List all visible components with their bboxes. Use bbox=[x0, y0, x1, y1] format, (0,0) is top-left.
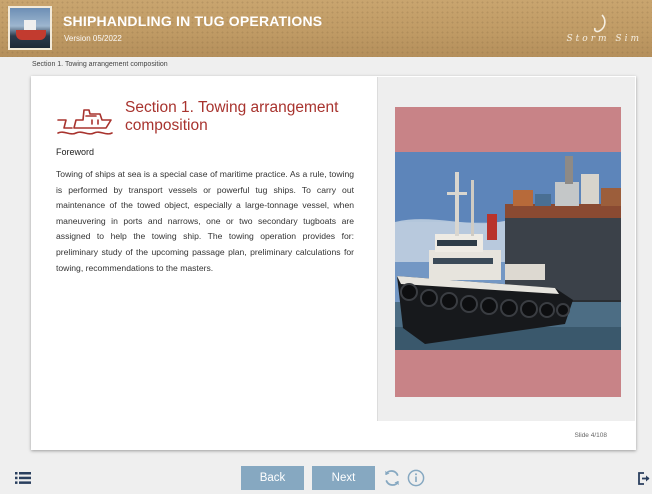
foreword-label: Foreword bbox=[56, 147, 95, 157]
section-heading: Section 1. Towing arrangement compositio… bbox=[125, 99, 339, 134]
exit-icon[interactable] bbox=[638, 472, 650, 485]
section-body-text: Towing of ships at sea is a special case… bbox=[56, 169, 354, 273]
course-version: Version 05/2022 bbox=[64, 34, 122, 43]
tug-ship-icon bbox=[57, 109, 113, 135]
info-icon[interactable] bbox=[407, 469, 425, 487]
next-button[interactable]: Next bbox=[312, 466, 375, 490]
panel-divider bbox=[377, 77, 378, 421]
breadcrumb: Section 1. Towing arrangement compositio… bbox=[32, 61, 168, 68]
course-title: SHIPHANDLING IN TUG OPERATIONS bbox=[63, 13, 323, 29]
tugboat-illustration bbox=[395, 152, 621, 350]
tugboat-photo bbox=[395, 152, 621, 350]
reload-icon[interactable] bbox=[383, 469, 401, 487]
thumbnail-cabin bbox=[24, 20, 36, 30]
header-bar: SHIPHANDLING IN TUG OPERATIONS Version 0… bbox=[0, 0, 652, 57]
course-thumbnail bbox=[8, 6, 52, 50]
menu-list-icon[interactable] bbox=[15, 472, 31, 484]
brand-swirl-icon bbox=[594, 14, 606, 33]
thumbnail-hull bbox=[16, 30, 46, 40]
brand-logo: Storm Sim bbox=[558, 14, 642, 48]
brand-text: Storm Sim bbox=[566, 34, 642, 44]
back-button[interactable]: Back bbox=[241, 466, 304, 490]
slide-counter: Slide 4/108 bbox=[574, 432, 607, 439]
